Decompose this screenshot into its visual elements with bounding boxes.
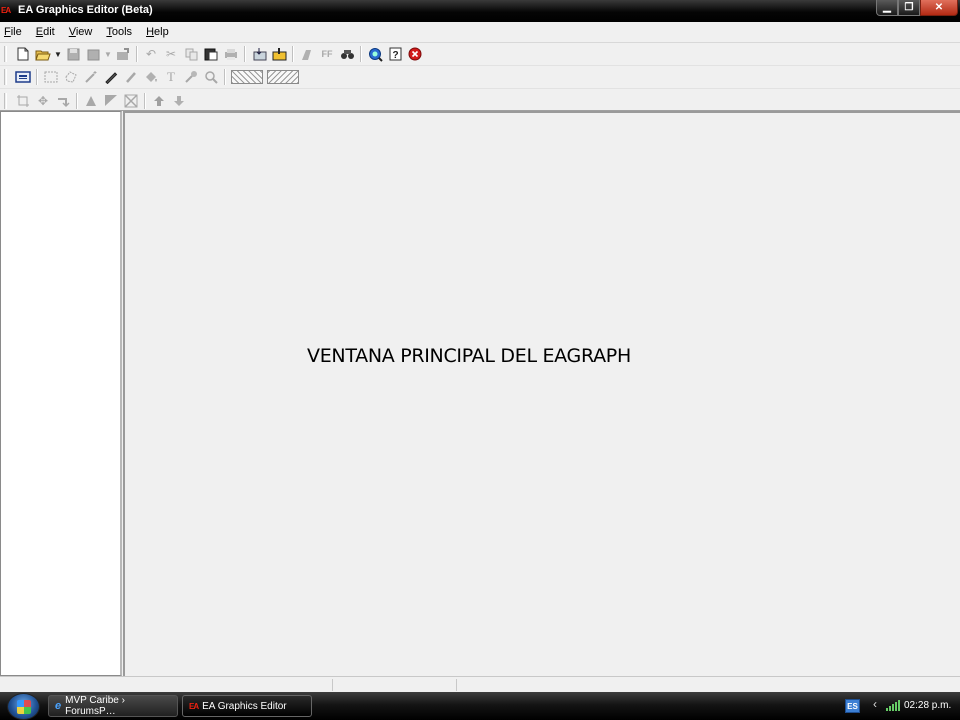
toolbar-area: ▼ ▼ ↶ ✂ FF ? T ✥ bbox=[0, 42, 960, 111]
maximize-button[interactable]: ❐ bbox=[898, 0, 920, 16]
fill-pattern-swatch[interactable] bbox=[231, 70, 263, 84]
canvas-caption: VENTANA PRINCIPAL DEL EAGRAPH bbox=[307, 345, 631, 367]
toolbar-separator bbox=[76, 92, 78, 109]
copy-icon[interactable] bbox=[181, 44, 201, 64]
window-controls: ▁ ❐ ✕ bbox=[876, 0, 958, 16]
menu-view[interactable]: View bbox=[69, 26, 93, 38]
pencil-icon[interactable] bbox=[101, 67, 121, 87]
taskbar-item-label: EA Graphics Editor bbox=[202, 700, 287, 712]
font-icon[interactable] bbox=[297, 44, 317, 64]
menu-file[interactable]: File bbox=[4, 26, 22, 38]
save-all-icon[interactable] bbox=[83, 44, 103, 64]
start-button[interactable] bbox=[7, 693, 40, 720]
import-folder-icon[interactable] bbox=[269, 44, 289, 64]
lasso-icon[interactable] bbox=[61, 67, 81, 87]
new-file-icon[interactable] bbox=[13, 44, 33, 64]
taskbar-item-ea-graphics-editor[interactable]: EA EA Graphics Editor bbox=[182, 695, 312, 717]
ea-logo-icon: EA bbox=[189, 701, 199, 711]
toolbar-grip[interactable] bbox=[4, 69, 7, 85]
flip-icon[interactable] bbox=[81, 91, 101, 111]
crop-icon[interactable] bbox=[13, 91, 33, 111]
title-bar[interactable]: EA EA Graphics Editor (Beta) ▁ ❐ ✕ bbox=[0, 0, 960, 22]
color-picker-icon[interactable] bbox=[181, 67, 201, 87]
undo-icon[interactable]: ↶ bbox=[141, 44, 161, 64]
move-up-icon[interactable] bbox=[149, 91, 169, 111]
network-signal-icon[interactable] bbox=[886, 699, 900, 711]
toolbar-draw: T bbox=[0, 66, 960, 89]
window-title: EA Graphics Editor (Beta) bbox=[18, 4, 153, 16]
line-pattern-swatch[interactable] bbox=[267, 70, 299, 84]
magic-wand-icon[interactable] bbox=[81, 67, 101, 87]
save-icon[interactable] bbox=[63, 44, 83, 64]
import-icon[interactable] bbox=[249, 44, 269, 64]
taskbar: e MVP Caribe › ForumsP… EA EA Graphics E… bbox=[0, 692, 960, 720]
taskbar-item-browser[interactable]: e MVP Caribe › ForumsP… bbox=[48, 695, 178, 717]
menu-edit[interactable]: Edit bbox=[36, 26, 55, 38]
toolbar-separator bbox=[224, 69, 226, 85]
clock[interactable]: 02:28 p.m. bbox=[904, 700, 951, 711]
toolbar-separator bbox=[36, 69, 38, 85]
rect-select-icon[interactable] bbox=[41, 67, 61, 87]
toolbar-transform: ✥ bbox=[0, 89, 960, 112]
menu-bar: File Edit View Tools Help bbox=[0, 22, 960, 42]
close-button[interactable]: ✕ bbox=[920, 0, 958, 16]
ea-logo-icon: EA bbox=[1, 6, 11, 15]
toolbar-grip[interactable] bbox=[4, 92, 7, 109]
ie-icon: e bbox=[55, 700, 62, 712]
brush-icon[interactable] bbox=[121, 67, 141, 87]
toolbar-grip[interactable] bbox=[4, 46, 7, 62]
status-divider bbox=[456, 679, 457, 691]
status-bar bbox=[0, 676, 960, 692]
text-icon[interactable]: T bbox=[161, 67, 181, 87]
toolbar-separator bbox=[292, 46, 294, 62]
help-icon[interactable]: ? bbox=[385, 44, 405, 64]
toolbar-separator bbox=[360, 46, 362, 62]
menu-help[interactable]: Help bbox=[146, 26, 169, 38]
find-icon[interactable] bbox=[337, 44, 357, 64]
main-canvas[interactable] bbox=[123, 111, 960, 676]
fill-icon[interactable] bbox=[141, 67, 161, 87]
rotate-icon[interactable] bbox=[53, 91, 73, 111]
menu-tools[interactable]: Tools bbox=[106, 26, 132, 38]
minimize-button[interactable]: ▁ bbox=[876, 0, 898, 16]
left-panel[interactable] bbox=[0, 111, 122, 676]
toolbar-separator bbox=[136, 46, 138, 62]
exit-icon[interactable] bbox=[405, 44, 425, 64]
move-down-icon[interactable] bbox=[169, 91, 189, 111]
svg-text:?: ? bbox=[392, 50, 398, 61]
toolbar-standard: ▼ ▼ ↶ ✂ FF ? bbox=[0, 43, 960, 66]
cut-icon[interactable]: ✂ bbox=[161, 44, 181, 64]
open-folder-icon[interactable] bbox=[33, 44, 53, 64]
gradient-icon[interactable] bbox=[101, 91, 121, 111]
export-icon[interactable] bbox=[113, 44, 133, 64]
print-icon[interactable] bbox=[221, 44, 241, 64]
ff-icon[interactable]: FF bbox=[317, 44, 337, 64]
toolbar-separator bbox=[144, 92, 146, 109]
dropdown-arrow-icon[interactable]: ▼ bbox=[103, 44, 113, 64]
paste-icon[interactable] bbox=[201, 44, 221, 64]
dropdown-arrow-icon[interactable]: ▼ bbox=[53, 44, 63, 64]
zoom-globe-icon[interactable] bbox=[365, 44, 385, 64]
taskbar-item-label: MVP Caribe › ForumsP… bbox=[65, 695, 125, 717]
resize-icon[interactable] bbox=[121, 91, 141, 111]
chevron-left-icon[interactable]: ‹ bbox=[873, 697, 877, 711]
palette-icon[interactable] bbox=[13, 67, 33, 87]
zoom-icon[interactable] bbox=[201, 67, 221, 87]
move-icon[interactable]: ✥ bbox=[33, 91, 53, 111]
toolbar-separator bbox=[244, 46, 246, 62]
status-divider bbox=[332, 679, 333, 691]
language-indicator[interactable]: ES bbox=[845, 699, 860, 713]
